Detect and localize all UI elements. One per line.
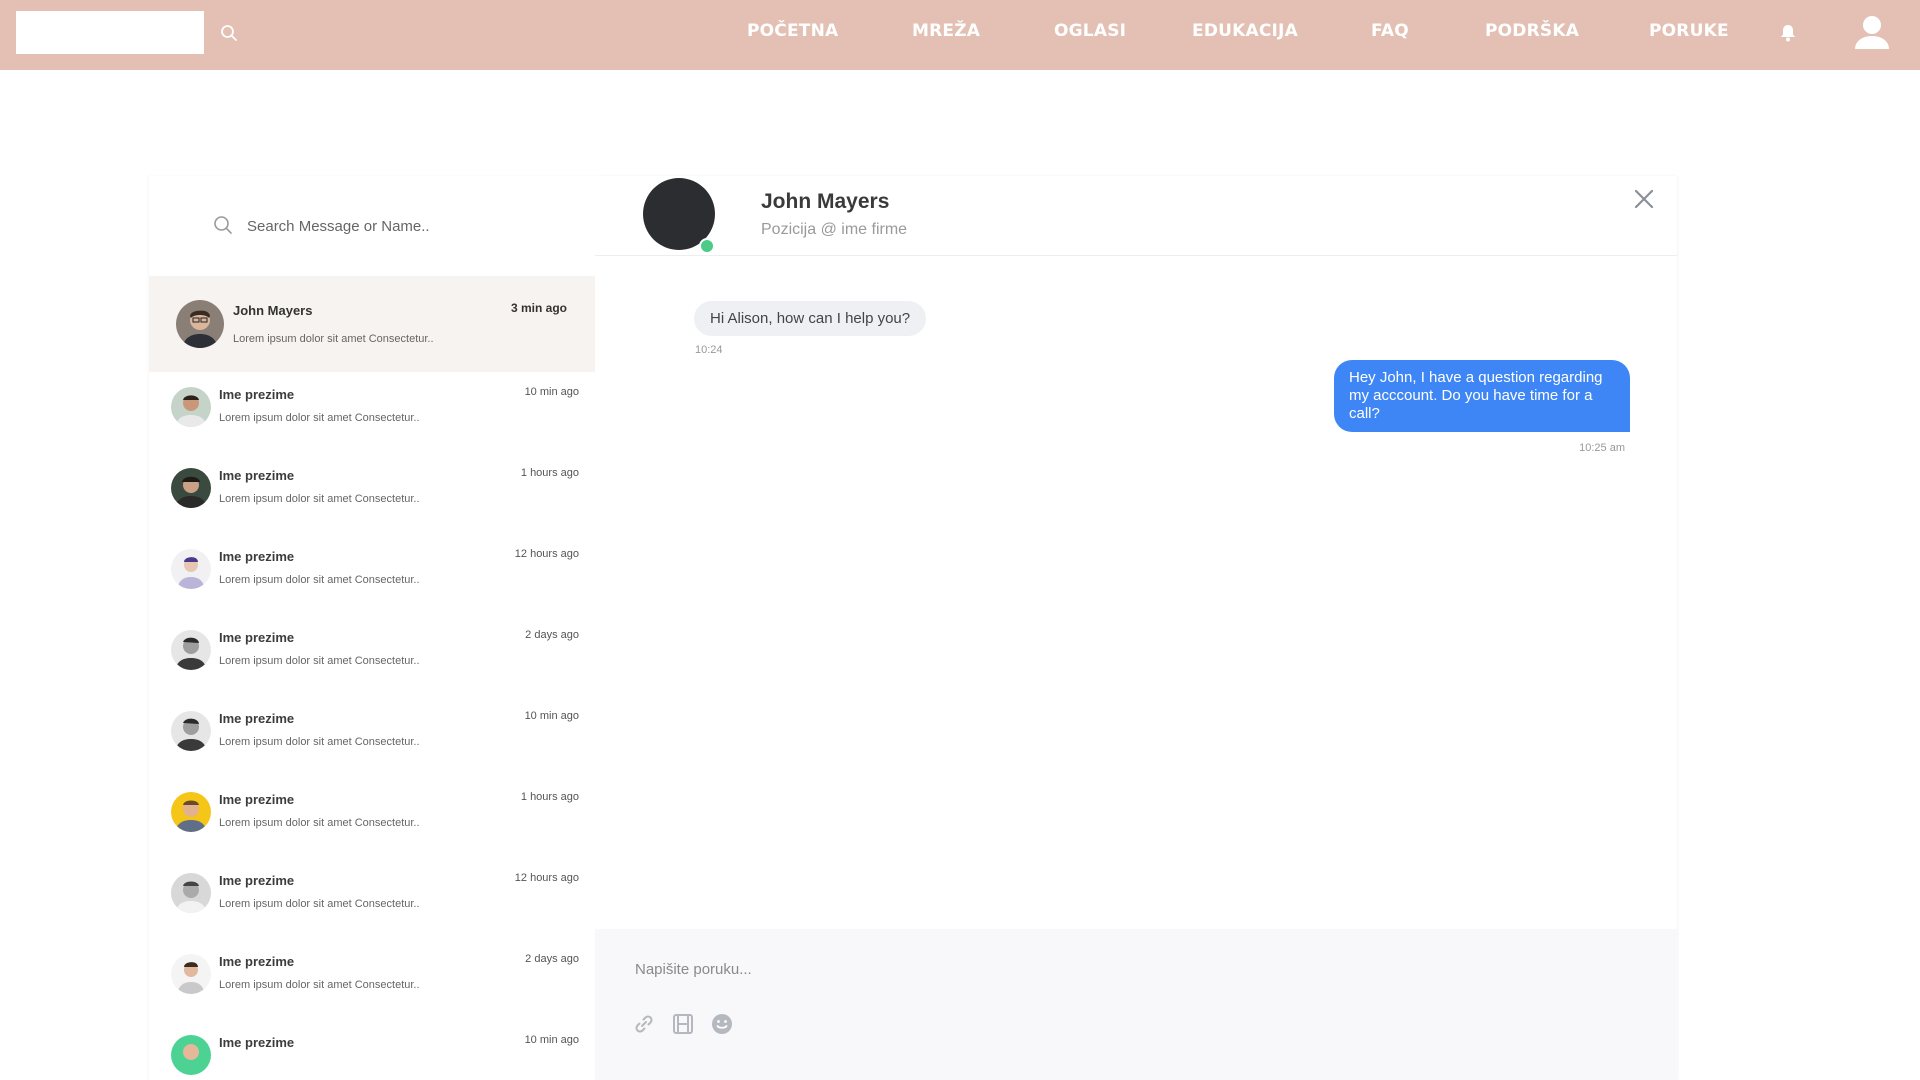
conversation-item[interactable]: Ime prezime 10 min ago Lorem ipsum dolor…: [149, 372, 595, 453]
conversation-name: Ime prezime: [219, 549, 295, 564]
conversation-name: John Mayers: [233, 303, 313, 318]
avatar: [171, 792, 211, 832]
conversation-name: Ime prezime: [219, 711, 295, 726]
avatar: [171, 1035, 211, 1075]
conversation-name: Ime prezime: [219, 468, 295, 483]
nav-podrska[interactable]: PODRŠKA: [1485, 21, 1579, 41]
film-icon[interactable]: [672, 1013, 694, 1035]
avatar: [171, 387, 211, 427]
conversation-name: Ime prezime: [219, 873, 295, 888]
conversation-preview: Lorem ipsum dolor sit amet Consectetur..: [219, 412, 420, 424]
online-status-indicator: [699, 238, 715, 254]
conversation-sidebar: John Mayers 3 min ago Lorem ipsum dolor …: [149, 176, 596, 1080]
incoming-message: Hi Alison, how can I help you?: [694, 301, 927, 336]
conversation-time: 1 hours ago: [520, 467, 579, 479]
conversation-preview: Lorem ipsum dolor sit amet Consectetur..: [219, 574, 420, 586]
conversation-item[interactable]: Ime prezime 2 days ago Lorem ipsum dolor…: [149, 939, 595, 1020]
avatar: [171, 954, 211, 994]
conversation-name: Ime prezime: [219, 792, 295, 807]
chat-panel: John Mayers Pozicija @ ime firme Hi Alis…: [595, 176, 1677, 1080]
conversation-time: 10 min ago: [524, 710, 579, 722]
message-input[interactable]: [633, 953, 1537, 985]
link-icon[interactable]: [633, 1013, 655, 1035]
conversation-preview: Lorem ipsum dolor sit amet Consectetur..: [219, 736, 420, 748]
conversation-item[interactable]: Ime prezime 1 hours ago Lorem ipsum dolo…: [149, 453, 595, 534]
avatar: [171, 873, 211, 913]
nav-pocetna[interactable]: POČETNA: [747, 21, 838, 41]
avatar: [171, 711, 211, 751]
avatar: [171, 549, 211, 589]
nav-poruke[interactable]: PORUKE: [1649, 21, 1729, 41]
bell-icon[interactable]: [1779, 23, 1797, 43]
conversation-item[interactable]: Ime prezime 10 min ago: [149, 1020, 595, 1080]
conversation-time: 10 min ago: [524, 386, 579, 398]
search-icon: [213, 215, 233, 235]
conversation-time: 2 days ago: [525, 629, 579, 641]
nav-oglasi[interactable]: OGLASI: [1054, 21, 1126, 41]
main-nav: POČETNA MREŽA OGLASI EDUKACIJA FAQ PODRŠ…: [0, 0, 1920, 70]
nav-faq[interactable]: FAQ: [1371, 21, 1409, 41]
outgoing-message: Hey John, I have a question regarding my…: [1334, 360, 1630, 432]
conversation-item[interactable]: Ime prezime 10 min ago Lorem ipsum dolor…: [149, 696, 595, 777]
conversation-item[interactable]: Ime prezime 2 days ago Lorem ipsum dolor…: [149, 615, 595, 696]
conversation-time: 2 days ago: [525, 953, 579, 965]
conversation-preview: Lorem ipsum dolor sit amet Consectetur..: [219, 655, 420, 667]
nav-mreza[interactable]: MREŽA: [912, 21, 980, 41]
avatar: [171, 630, 211, 670]
top-navbar: POČETNA MREŽA OGLASI EDUKACIJA FAQ PODRŠ…: [0, 0, 1920, 70]
conversation-time: 12 hours ago: [514, 872, 579, 884]
conversation-time: 1 hours ago: [520, 791, 579, 803]
smile-icon[interactable]: [711, 1013, 733, 1035]
user-icon[interactable]: [1852, 12, 1892, 52]
conversation-name: Ime prezime: [219, 630, 295, 645]
conversation-name: Ime prezime: [219, 1035, 295, 1050]
avatar: [171, 468, 211, 508]
message-composer: [595, 929, 1677, 1080]
conversation-preview: Lorem ipsum dolor sit amet Consectetur..: [219, 817, 420, 829]
conversation-preview: Lorem ipsum dolor sit amet Consectetur..: [219, 979, 420, 991]
conversation-item[interactable]: Ime prezime 12 hours ago Lorem ipsum dol…: [149, 534, 595, 615]
conversation-name: Ime prezime: [219, 954, 295, 969]
message-time: 10:25 am: [1579, 442, 1625, 454]
contact-name: John Mayers: [761, 190, 890, 213]
conversation-preview: Lorem ipsum dolor sit amet Consectetur..: [219, 493, 420, 505]
avatar: [176, 300, 224, 348]
message-time: 10:24: [695, 344, 723, 356]
contact-subtitle: Pozicija @ ime firme: [761, 221, 908, 238]
conversation-item[interactable]: Ime prezime 12 hours ago Lorem ipsum dol…: [149, 858, 595, 939]
conversation-time: 12 hours ago: [514, 548, 579, 560]
nav-edukacija[interactable]: EDUKACIJA: [1192, 21, 1298, 41]
close-icon[interactable]: [1632, 187, 1656, 211]
conversation-name: Ime prezime: [219, 387, 295, 402]
conversation-item[interactable]: Ime prezime 1 hours ago Lorem ipsum dolo…: [149, 777, 595, 858]
conversation-time: 3 min ago: [510, 301, 567, 315]
conversation-preview: Lorem ipsum dolor sit amet Consectetur..: [219, 898, 420, 910]
search-input[interactable]: [245, 210, 549, 242]
conversation-preview: Lorem ipsum dolor sit amet Consectetur..: [233, 333, 434, 345]
conversation-search: [149, 176, 595, 276]
chat-header: John Mayers Pozicija @ ime firme: [595, 176, 1677, 256]
conversation-time: 10 min ago: [524, 1034, 579, 1046]
conversation-item-active[interactable]: John Mayers 3 min ago Lorem ipsum dolor …: [149, 276, 595, 372]
